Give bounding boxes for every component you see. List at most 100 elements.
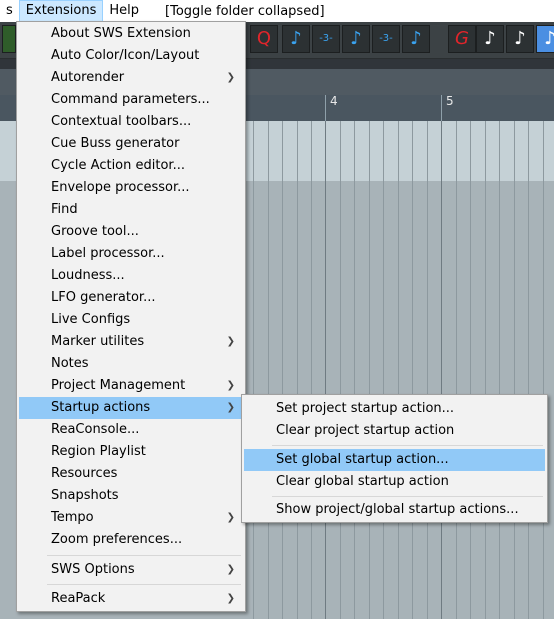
quarter-note-icon[interactable]: ♪ <box>476 25 504 53</box>
menu-item-label: ReaConsole... <box>51 422 140 437</box>
menu-item-submenu[interactable]: SWS Options ❯ <box>19 559 243 581</box>
menu-item-label: Contextual toolbars... <box>51 114 192 129</box>
grid-line <box>543 121 544 619</box>
menu-item[interactable]: Groove tool... <box>19 221 243 243</box>
eighth-note-icon[interactable]: ♪ <box>342 25 370 53</box>
menu-item-label: Cue Buss generator <box>51 136 180 151</box>
grid-line <box>485 121 486 619</box>
menu-item[interactable]: Label processor... <box>19 243 243 265</box>
menu-item-label: SWS Options <box>51 562 135 577</box>
menu-item-label: Startup actions <box>51 400 151 415</box>
menu-item-submenu[interactable]: Project Management ❯ <box>19 375 243 397</box>
menu-item[interactable]: Cue Buss generator <box>19 133 243 155</box>
chevron-right-icon: ❯ <box>226 593 235 604</box>
menu-separator <box>47 584 241 585</box>
menu-item-label: Set project startup action... <box>276 401 455 416</box>
grid-line <box>499 121 500 619</box>
grid-line <box>470 121 471 619</box>
quantize-icon[interactable]: Q <box>250 25 278 53</box>
menu-item-label: Cycle Action editor... <box>51 158 185 173</box>
grid-line <box>297 121 298 619</box>
menu-item[interactable]: Command parameters... <box>19 89 243 111</box>
menu-item[interactable]: Resources <box>19 463 243 485</box>
menu-item[interactable]: ReaConsole... <box>19 419 243 441</box>
chevron-right-icon: ❯ <box>226 380 235 391</box>
menu-item[interactable]: Show project/global startup actions... <box>244 499 545 521</box>
grid-line <box>340 121 341 619</box>
ruler-label-5: 5 <box>446 94 454 108</box>
menu-item-label: Clear global startup action <box>276 474 449 489</box>
chevron-right-icon: ❯ <box>226 512 235 523</box>
menu-item[interactable]: Envelope processor... <box>19 177 243 199</box>
menu-item-label: Find <box>51 202 78 217</box>
menu-item-label: Resources <box>51 466 118 481</box>
grid-line <box>514 121 515 619</box>
grid-line <box>268 121 269 619</box>
menu-item-label: LFO generator... <box>51 290 156 305</box>
menu-extensions[interactable]: Extensions <box>18 0 104 22</box>
menu-item[interactable]: Loudness... <box>19 265 243 287</box>
menu-item[interactable]: Live Configs <box>19 309 243 331</box>
grid-line <box>456 121 457 619</box>
eighth-note-icon[interactable]: ♪ <box>282 25 310 53</box>
menu-item[interactable]: Region Playlist <box>19 441 243 463</box>
menu-item[interactable]: LFO generator... <box>19 287 243 309</box>
grid-line <box>311 121 312 619</box>
menu-item-label: ReaPack <box>51 591 106 606</box>
triplet-note-icon[interactable]: ♪ <box>506 25 534 53</box>
menu-item-startup-actions[interactable]: Startup actions ❯ <box>19 397 243 419</box>
grid-line <box>441 121 442 619</box>
menu-item-label: Project Management <box>51 378 186 393</box>
menu-item-label: Show project/global startup actions... <box>276 502 519 517</box>
menu-item-label: Zoom preferences... <box>51 532 183 547</box>
menu-item[interactable]: Snapshots <box>19 485 243 507</box>
menu-item[interactable]: Contextual toolbars... <box>19 111 243 133</box>
menu-item-label: Auto Color/Icon/Layout <box>51 48 200 63</box>
menu-item-label: About SWS Extension <box>51 26 191 41</box>
menu-item[interactable]: Notes <box>19 353 243 375</box>
menu-item-label: Region Playlist <box>51 444 146 459</box>
menu-item-label: Tempo <box>51 510 94 525</box>
menu-item[interactable]: Cycle Action editor... <box>19 155 243 177</box>
menu-item-set-global-startup[interactable]: Set global startup action... <box>244 449 545 471</box>
menu-separator <box>47 555 241 556</box>
ruler-tick <box>441 95 442 121</box>
menu-help[interactable]: Help <box>103 0 145 22</box>
menu-item[interactable]: Find <box>19 199 243 221</box>
menu-item-label: Marker utilites <box>51 334 145 349</box>
menu-item[interactable]: Clear project startup action <box>244 420 545 442</box>
menu-file-partial[interactable]: s <box>0 0 19 22</box>
menu-item-label: Groove tool... <box>51 224 139 239</box>
menu-item-submenu[interactable]: ReaPack ❯ <box>19 588 243 610</box>
menu-item-label: Set global startup action... <box>276 452 449 467</box>
menu-item[interactable]: Set project startup action... <box>244 398 545 420</box>
triplet-icon[interactable]: -3- <box>372 25 400 53</box>
menu-item-submenu[interactable]: Tempo ❯ <box>19 507 243 529</box>
menu-item[interactable]: Clear global startup action <box>244 471 545 493</box>
note-selected-icon[interactable]: ♪ <box>536 25 554 53</box>
menu-item-submenu[interactable]: Marker utilites ❯ <box>19 331 243 353</box>
menu-item[interactable]: Auto Color/Icon/Layout <box>19 45 243 67</box>
menu-item-label: Snapshots <box>51 488 119 503</box>
eighth-note-icon[interactable]: ♪ <box>402 25 430 53</box>
grid-line <box>282 121 283 619</box>
grid-line <box>354 121 355 619</box>
grid-icon[interactable]: G <box>448 25 476 53</box>
window-title: [Toggle folder collapsed] <box>165 3 325 19</box>
menu-item-submenu[interactable]: Autorender ❯ <box>19 67 243 89</box>
menubar: s Extensions Help [Toggle folder collaps… <box>0 0 554 22</box>
grid-line <box>253 121 254 619</box>
menu-item-label: Command parameters... <box>51 92 210 107</box>
startup-actions-submenu: Set project startup action... Clear proj… <box>241 394 548 523</box>
menu-item[interactable]: About SWS Extension <box>19 23 243 45</box>
grid-line <box>369 121 370 619</box>
chevron-right-icon: ❯ <box>226 72 235 83</box>
menu-item-label: Live Configs <box>51 312 131 327</box>
menu-item[interactable]: Zoom preferences... <box>19 529 243 551</box>
chevron-right-icon: ❯ <box>226 564 235 575</box>
extensions-menu: About SWS Extension Auto Color/Icon/Layo… <box>16 21 246 612</box>
triplet-icon[interactable]: -3- <box>312 25 340 53</box>
grid-line <box>383 121 384 619</box>
menu-item-label: Autorender <box>51 70 125 85</box>
ruler-label-4: 4 <box>330 94 338 108</box>
